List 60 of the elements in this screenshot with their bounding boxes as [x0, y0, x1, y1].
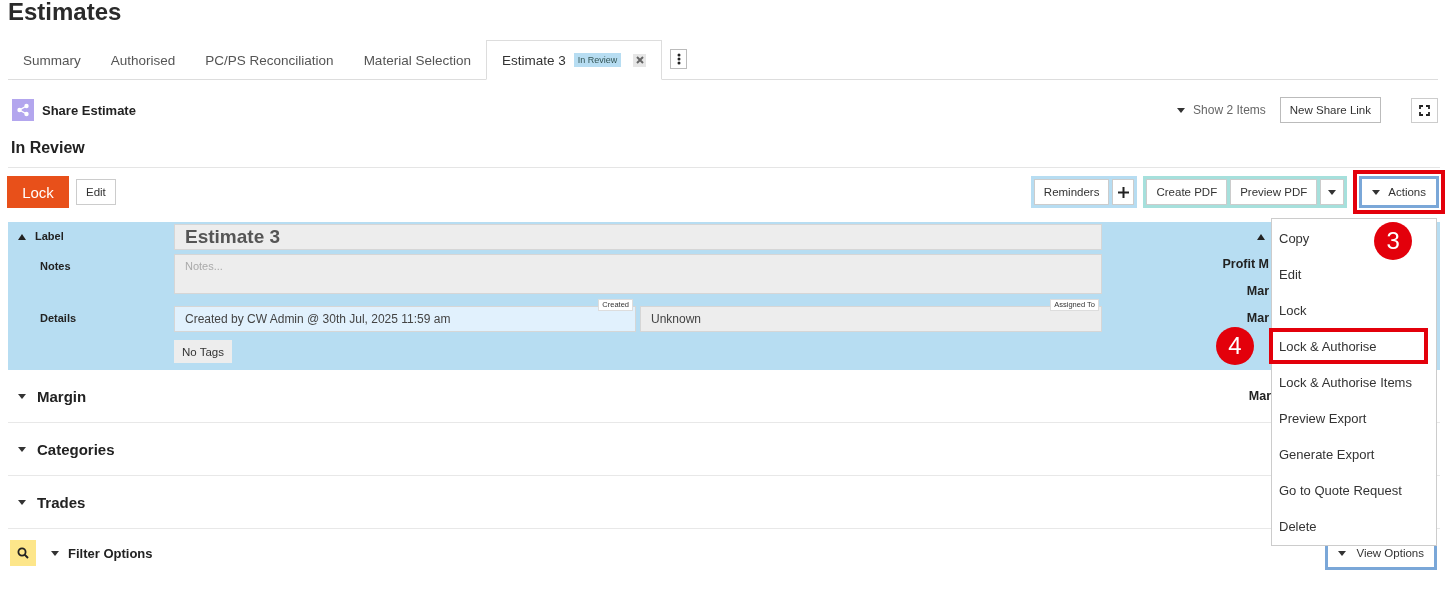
page-title: Estimates [7, 0, 123, 25]
section-title: Share Estimate [42, 102, 136, 118]
lock-button[interactable]: Lock [7, 176, 69, 208]
actions-button[interactable]: Actions [1359, 176, 1439, 208]
share-icon [12, 99, 34, 121]
tab-label: Summary [23, 53, 81, 68]
menu-item[interactable]: Lock & Authorise [1269, 328, 1428, 364]
field-caption: Mar [1246, 284, 1269, 298]
expand-icon[interactable] [18, 499, 26, 505]
tab-label: Authorised [110, 53, 176, 68]
section-title[interactable]: Categories [37, 440, 115, 458]
tab[interactable]: Material Selection [348, 42, 486, 79]
tab-label: PC/PS Reconciliation [205, 53, 334, 68]
create-pdf-button[interactable]: Create PDF [1146, 179, 1228, 205]
collapse-icon[interactable] [1257, 234, 1265, 240]
field-caption: Details [40, 312, 77, 324]
notes-field[interactable]: Notes... [174, 254, 1102, 294]
preview-pdf-button[interactable]: Preview PDF [1230, 179, 1318, 205]
more-icon[interactable] [670, 49, 688, 69]
created-field: Created by CW Admin @ 30th Jul, 2025 11:59 am [174, 306, 636, 332]
menu-item[interactable]: Go to Quote Request [1272, 472, 1409, 508]
collapse-icon[interactable] [18, 234, 26, 240]
dropdown-button[interactable] [1320, 179, 1345, 205]
caret-icon [51, 550, 59, 556]
menu-item[interactable]: Generate Export [1272, 436, 1382, 472]
fullscreen-icon[interactable] [1411, 97, 1438, 123]
search-icon[interactable] [10, 540, 36, 566]
add-icon[interactable] [1112, 179, 1135, 205]
section-title[interactable]: Trades [37, 493, 86, 511]
field-caption: Notes [40, 260, 71, 272]
edit-button[interactable]: Edit [76, 179, 116, 205]
tab[interactable]: PC/PS Reconciliation [190, 42, 349, 79]
show-items-link[interactable]: Show 2 Items [1193, 103, 1266, 117]
reminders-button[interactable]: Reminders [1033, 179, 1110, 205]
field-caption: Profit M [1222, 257, 1269, 271]
menu-item[interactable]: Lock & Authorise Items [1272, 364, 1419, 400]
field-caption: Mar [1246, 311, 1269, 325]
menu-item[interactable]: Edit [1272, 256, 1309, 292]
tab-label: Material Selection [363, 53, 471, 68]
status-heading: In Review [11, 139, 86, 158]
field-caption: Mar [1248, 389, 1271, 403]
menu-item[interactable]: Delete [1272, 508, 1324, 544]
tab[interactable]: Estimate 3 In Review [485, 40, 663, 80]
tab[interactable]: Authorised [95, 42, 191, 79]
expand-icon[interactable] [18, 446, 26, 452]
status-badge: In Review [573, 53, 622, 67]
tab[interactable]: Summary [8, 42, 96, 79]
menu-item[interactable]: Copy [1272, 220, 1317, 256]
field-caption: Label [35, 230, 64, 242]
filter-options-toggle[interactable]: Filter Options [68, 545, 153, 561]
tab-label: Estimate 3 [501, 52, 566, 68]
new-share-link-button[interactable]: New Share Link [1279, 97, 1381, 123]
tags-button[interactable]: No Tags [174, 340, 232, 363]
caret-icon [1177, 107, 1186, 113]
section-title[interactable]: Margin [37, 387, 87, 405]
close-icon[interactable] [633, 53, 647, 67]
expand-icon[interactable] [18, 393, 26, 399]
label-field[interactable]: Estimate 3 [174, 224, 1102, 250]
menu-item[interactable]: Preview Export [1272, 400, 1374, 436]
menu-item[interactable]: Lock [1272, 292, 1314, 328]
